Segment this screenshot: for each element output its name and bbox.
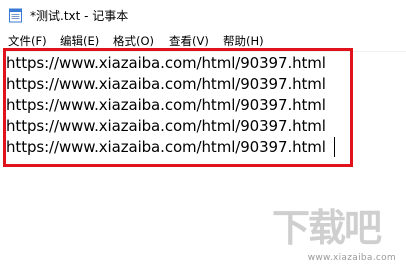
menu-file[interactable]: 文件(F) (8, 33, 47, 49)
title-bar: *测试.txt - 记事本 (0, 0, 406, 31)
menu-help[interactable]: 帮助(H) (223, 33, 264, 49)
text-line[interactable]: https://www.xiazaiba.com/html/90397.html (6, 75, 326, 93)
text-line[interactable]: https://www.xiazaiba.com/html/90397.html (6, 96, 326, 114)
xiazaiba-logo-watermark: 下载吧 (272, 206, 384, 250)
menu-view[interactable]: 查看(V) (169, 33, 209, 49)
notepad-icon (9, 8, 22, 23)
menu-format[interactable]: 格式(O) (113, 33, 154, 49)
text-caret (334, 137, 335, 157)
text-line[interactable]: https://www.xiazaiba.com/html/90397.html (6, 117, 326, 135)
text-line[interactable]: https://www.xiazaiba.com/html/90397.html (6, 138, 326, 156)
menu-edit[interactable]: 编辑(E) (60, 33, 99, 49)
window-title: *测试.txt - 记事本 (30, 9, 129, 23)
watermark-url: www.xiazaiba.com (307, 253, 396, 263)
svg-text:下载吧: 下载吧 (272, 206, 382, 250)
text-line[interactable]: https://www.xiazaiba.com/html/90397.html (6, 54, 326, 72)
